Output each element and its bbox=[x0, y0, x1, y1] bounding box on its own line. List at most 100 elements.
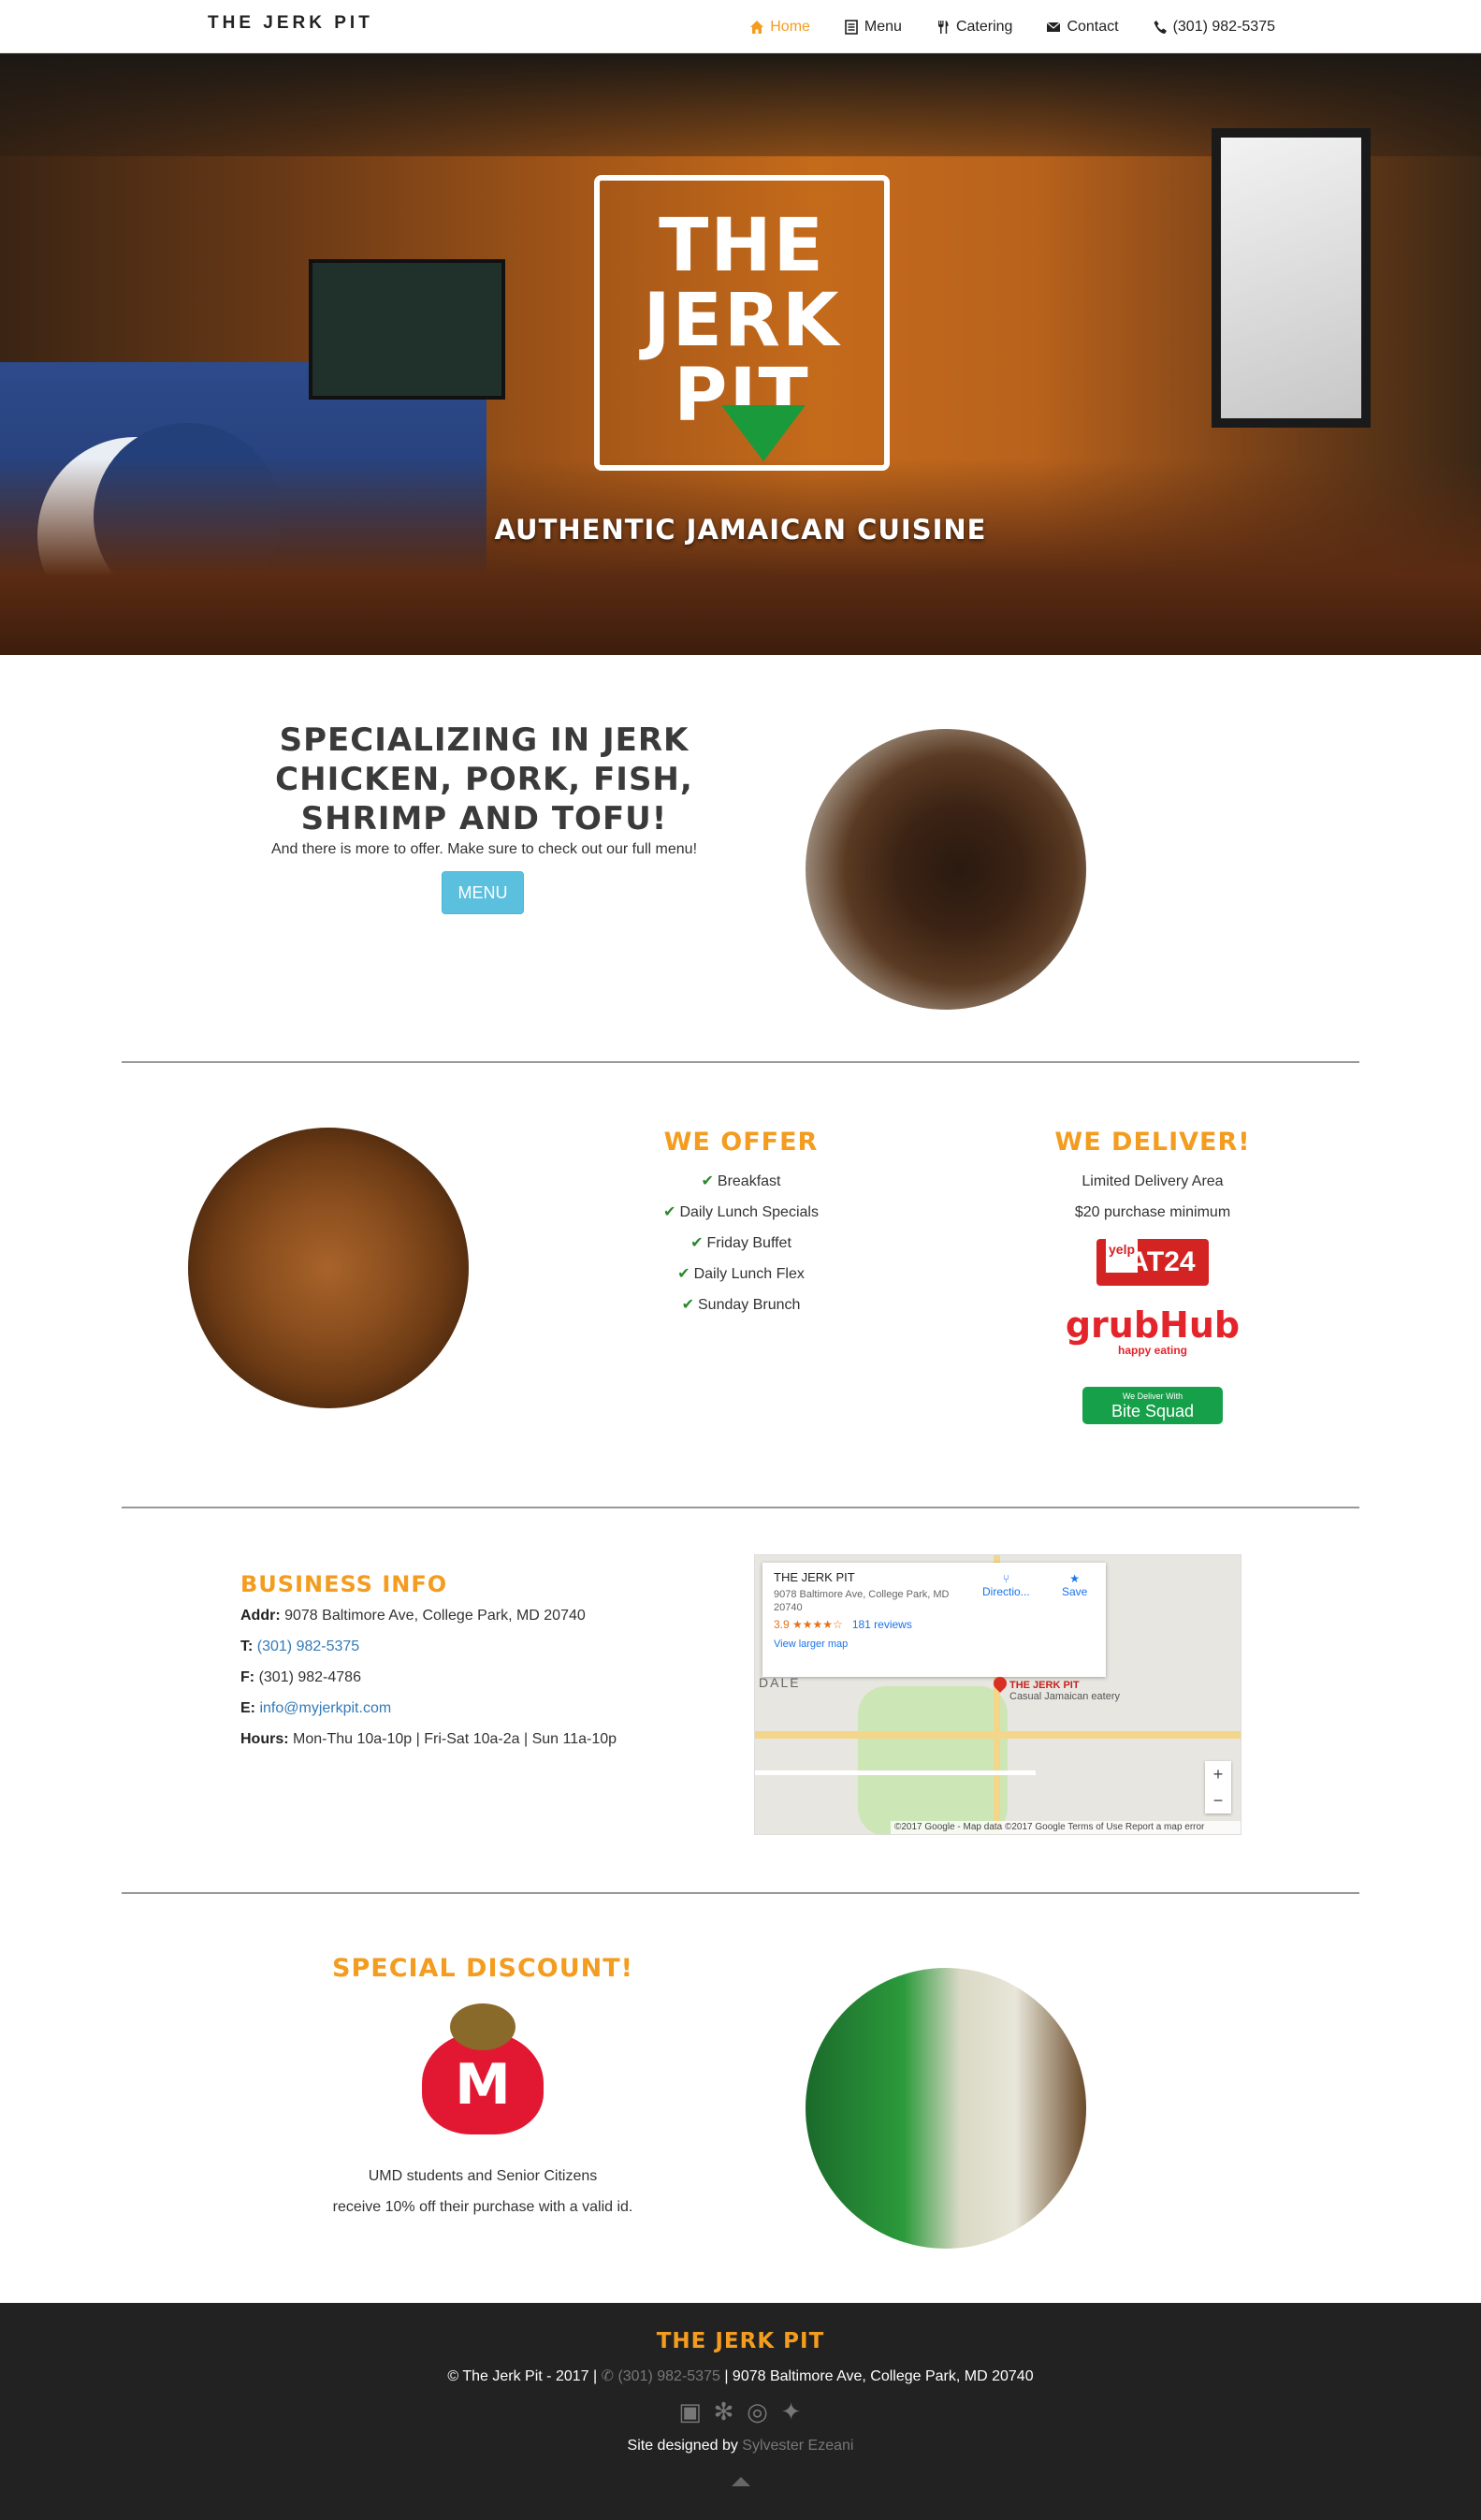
nav-menu-label: Menu bbox=[864, 18, 902, 35]
navbar: THE JERK PIT Home Menu Catering Contact … bbox=[0, 0, 1481, 53]
phone-icon bbox=[1154, 20, 1167, 34]
star-icon: ★ bbox=[1069, 1572, 1081, 1585]
offer-item: ✔ Friday Buffet bbox=[690, 1235, 791, 1251]
terrapin-head bbox=[450, 2003, 515, 2050]
divider bbox=[122, 1507, 1359, 1508]
discount-line-1: UMD students and Senior Citizens bbox=[368, 2168, 598, 2184]
back-to-top-icon[interactable] bbox=[731, 2477, 750, 2486]
save-button[interactable]: ★ Save bbox=[1062, 1572, 1087, 1598]
we-deliver-heading: WE DELIVER! bbox=[1054, 1128, 1251, 1157]
we-offer-heading: WE OFFER bbox=[663, 1128, 819, 1157]
hero-tagline: AUTHENTIC JAMAICAN CUISINE bbox=[494, 514, 987, 546]
hero-floor bbox=[0, 459, 1481, 655]
grubhub-logo[interactable]: grubHub bbox=[998, 1306, 1307, 1344]
hero-logo-text: THE JERK PIT bbox=[600, 209, 884, 433]
special-discount-heading: SPECIAL DISCOUNT! bbox=[332, 1954, 633, 1983]
zoom-out-button[interactable]: − bbox=[1205, 1787, 1231, 1814]
map-place-title: THE JERK PIT bbox=[774, 1570, 855, 1584]
check-icon: ✔ bbox=[681, 1297, 694, 1313]
deliver-info: Limited Delivery Area $20 purchase minim… bbox=[998, 1166, 1307, 1228]
nav-menu-link[interactable]: Menu bbox=[844, 19, 902, 36]
bitesquad-logo[interactable]: We Deliver With Bite Squad bbox=[1082, 1387, 1223, 1424]
we-deliver-section: WE DELIVER! Limited Delivery Area $20 pu… bbox=[998, 1128, 1307, 1424]
list-icon bbox=[845, 19, 858, 35]
jamaica-flag-icon bbox=[721, 405, 806, 461]
google-map[interactable]: DALE THE JERK PIT 9078 Baltimore Ave, Co… bbox=[754, 1554, 1241, 1835]
nav-catering[interactable]: Catering bbox=[936, 19, 1012, 36]
brand-logo[interactable]: THE JERK PIT bbox=[208, 13, 373, 34]
discount-line-2: receive 10% off their purchase with a va… bbox=[332, 2199, 633, 2215]
yelp-icon[interactable]: ✻ bbox=[711, 2398, 737, 2425]
map-attribution: ©2017 Google - Map data ©2017 Google Ter… bbox=[891, 1821, 1241, 1834]
directions-label: Directio... bbox=[982, 1585, 1030, 1598]
terrapin-m-letter: M bbox=[455, 2052, 511, 2118]
directions-button[interactable]: ⑂ Directio... bbox=[982, 1572, 1030, 1598]
footer-title: THE JERK PIT bbox=[656, 2329, 825, 2353]
check-icon: ✔ bbox=[690, 1235, 704, 1251]
map-place-address: 9078 Baltimore Ave, College Park, MD 207… bbox=[774, 1589, 950, 1613]
map-reviews-link[interactable]: 181 reviews bbox=[852, 1618, 912, 1631]
hero-logo: THE JERK PIT bbox=[594, 175, 890, 471]
bitesquad-small-label: We Deliver With bbox=[1122, 1391, 1183, 1401]
footer-credit: Site designed by Sylvester Ezeani bbox=[0, 2438, 1481, 2454]
menu-button[interactable]: MENU bbox=[442, 871, 524, 914]
copyright-icon: © bbox=[447, 2368, 459, 2384]
zoom-in-button[interactable]: + bbox=[1205, 1761, 1231, 1787]
address-line: Addr: 9078 Baltimore Ave, College Park, … bbox=[240, 1608, 586, 1624]
offer-item: ✔ Daily Lunch Specials bbox=[663, 1204, 819, 1220]
hero-logo-line-2: JERK bbox=[643, 279, 841, 363]
specializing-subtitle: And there is more to offer. Make sure to… bbox=[270, 841, 698, 857]
map-rating: 3.9 ★★★★☆ 181 reviews bbox=[774, 1618, 1095, 1631]
hours-value: Mon-Thu 10a-10p | Fri-Sat 10a-2a | Sun 1… bbox=[293, 1731, 617, 1747]
grubhub-tagline: happy eating bbox=[1117, 1344, 1187, 1357]
footer-address: | 9078 Baltimore Ave, College Park, MD 2… bbox=[724, 2368, 1034, 2384]
directions-icon: ⑂ bbox=[1002, 1572, 1009, 1585]
specializing-title: SPECIALIZING IN JERK CHICKEN, PORK, FISH… bbox=[275, 721, 693, 838]
twitter-icon[interactable]: ✦ bbox=[778, 2398, 805, 2425]
email-link[interactable]: info@myjerkpit.com bbox=[259, 1700, 391, 1716]
jerk-chicken-photo bbox=[806, 729, 1086, 1010]
envelope-icon bbox=[1047, 22, 1061, 32]
save-label: Save bbox=[1062, 1585, 1088, 1598]
view-larger-map-link[interactable]: View larger map bbox=[774, 1639, 1095, 1650]
footer-info: © The Jerk Pit - 2017 | ✆ (301) 982-5375… bbox=[0, 2367, 1481, 2385]
map-info-card: THE JERK PIT 9078 Baltimore Ave, College… bbox=[762, 1563, 1106, 1677]
delivery-minimum-text: $20 purchase minimum bbox=[1074, 1204, 1231, 1220]
umd-terrapin-logo: M bbox=[413, 2003, 553, 2144]
map-zoom-controls: + − bbox=[1205, 1761, 1231, 1814]
footer-phone[interactable]: (301) 982-5375 bbox=[617, 2368, 719, 2384]
facebook-icon[interactable]: ▣ bbox=[677, 2398, 704, 2425]
nav-contact[interactable]: Contact bbox=[1046, 18, 1119, 36]
credit-prefix: Site designed by bbox=[627, 2438, 738, 2454]
nav-catering-label: Catering bbox=[955, 18, 1013, 35]
discount-text: UMD students and Senior Citizens receive… bbox=[281, 2161, 685, 2222]
hours-line: Hours: Mon-Thu 10a-10p | Fri-Sat 10a-2a … bbox=[240, 1731, 617, 1747]
hero-banner: THE JERK PIT AUTHENTIC JAMAICAN CUISINE bbox=[0, 53, 1481, 655]
nav-home-label: Home bbox=[770, 18, 810, 35]
designer-link[interactable]: Sylvester Ezeani bbox=[742, 2438, 853, 2454]
fax-line: F: (301) 982-4786 bbox=[240, 1669, 361, 1685]
hero-window bbox=[1212, 128, 1371, 428]
nav-phone-label: (301) 982-5375 bbox=[1172, 18, 1275, 35]
nav-contact-label: Contact bbox=[1067, 18, 1119, 35]
delivery-area-text: Limited Delivery Area bbox=[1082, 1173, 1224, 1189]
nav-phone[interactable]: (301) 982-5375 bbox=[1153, 19, 1275, 36]
map-area-label: DALE bbox=[759, 1675, 801, 1690]
footer: THE JERK PIT © The Jerk Pit - 2017 | ✆ (… bbox=[0, 2303, 1481, 2520]
nav-home[interactable]: Home bbox=[749, 19, 810, 36]
social-links: ▣ ✻ ◎ ✦ bbox=[0, 2398, 1481, 2425]
home-icon bbox=[750, 20, 764, 34]
bitesquad-label: Bite Squad bbox=[1111, 1402, 1195, 1420]
business-info-heading: BUSINESS INFO bbox=[240, 1571, 448, 1597]
offer-item: ✔ Breakfast bbox=[701, 1173, 781, 1189]
shrimp-photo bbox=[188, 1128, 469, 1408]
eat24-logo[interactable]: yelp EAT24 bbox=[1096, 1226, 1209, 1286]
ting-soda-photo bbox=[806, 1968, 1086, 2249]
offer-item: ✔ Daily Lunch Flex bbox=[677, 1266, 805, 1282]
map-park bbox=[858, 1686, 1008, 1834]
tel-link[interactable]: (301) 982-5375 bbox=[257, 1639, 359, 1654]
check-icon: ✔ bbox=[701, 1173, 714, 1189]
instagram-icon[interactable]: ◎ bbox=[745, 2398, 771, 2425]
nav-menu: Home Menu Catering Contact (301) 982-537… bbox=[749, 0, 1275, 53]
tel-line: T: (301) 982-5375 bbox=[240, 1639, 360, 1654]
